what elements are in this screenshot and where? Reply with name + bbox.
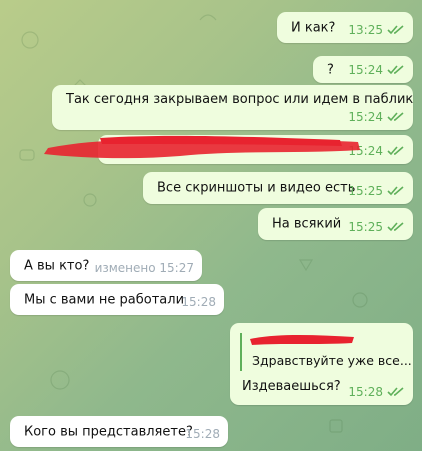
message-meta: 15:25 xyxy=(348,220,405,234)
message-bubble[interactable]: Так сегодня закрываем вопрос или идем в … xyxy=(52,85,413,130)
message-meta: 15:28 xyxy=(181,295,216,309)
message-time: 15:24 xyxy=(348,63,383,77)
message-time: 15:28 xyxy=(181,295,216,309)
message-text: А вы кто? xyxy=(24,258,90,273)
message-bubble[interactable]: ? 15:24 xyxy=(313,56,413,83)
redaction-scribble xyxy=(44,135,360,159)
message-text: Так сегодня закрываем вопрос или идем в … xyxy=(66,92,414,107)
reply-quote[interactable]: Здравствуйте уже все... xyxy=(240,333,412,371)
message-time: 15:24 xyxy=(348,110,383,124)
message-meta: 15:24 xyxy=(348,110,405,124)
message-text: Издеваешься? xyxy=(242,379,341,394)
double-check-icon xyxy=(387,146,404,156)
message-bubble[interactable]: Кого вы представляете? 15:28 xyxy=(10,416,228,447)
message-meta: 15:28 xyxy=(185,427,220,441)
message-bubble[interactable]: На всякий 15:25 xyxy=(258,208,413,240)
reply-quote-text: Здравствуйте уже все... xyxy=(252,353,412,368)
message-bubble[interactable]: Мы с вами не работали 15:28 xyxy=(10,284,224,315)
message-meta: 15:24 xyxy=(348,63,405,77)
double-check-icon xyxy=(387,387,404,397)
message-bubble-reply[interactable]: Здравствуйте уже все... Издеваешься? 15:… xyxy=(230,323,413,405)
redaction-scribble xyxy=(250,335,354,345)
message-meta: 15:25 xyxy=(348,184,405,198)
message-bubble[interactable]: И как? 13:25 xyxy=(277,12,413,43)
double-check-icon xyxy=(387,25,404,35)
message-time: 15:28 xyxy=(348,385,383,399)
message-time: 13:25 xyxy=(348,23,383,37)
double-check-icon xyxy=(387,112,404,122)
double-check-icon xyxy=(387,222,404,232)
double-check-icon xyxy=(387,186,404,196)
message-text: И как? xyxy=(291,20,336,35)
double-check-icon xyxy=(387,65,404,75)
message-time: 15:25 xyxy=(348,220,383,234)
message-meta: изменено 15:27 xyxy=(95,261,194,275)
message-text: Мы с вами не работали xyxy=(24,292,185,307)
message-meta: 15:28 xyxy=(348,385,405,399)
message-text: На всякий xyxy=(272,216,342,232)
message-bubble[interactable]: А вы кто? изменено 15:27 xyxy=(10,250,202,281)
message-text: ? xyxy=(327,62,334,77)
message-time: 15:25 xyxy=(348,184,383,198)
message-text: Все скриншоты и видео есть xyxy=(157,180,356,196)
message-meta: 13:25 xyxy=(348,23,405,37)
message-bubble[interactable]: Все скриншоты и видео есть 15:25 xyxy=(143,172,413,204)
message-time: 15:28 xyxy=(185,427,220,441)
message-edited-time: изменено 15:27 xyxy=(94,261,194,275)
message-text: Кого вы представляете? xyxy=(24,424,193,439)
